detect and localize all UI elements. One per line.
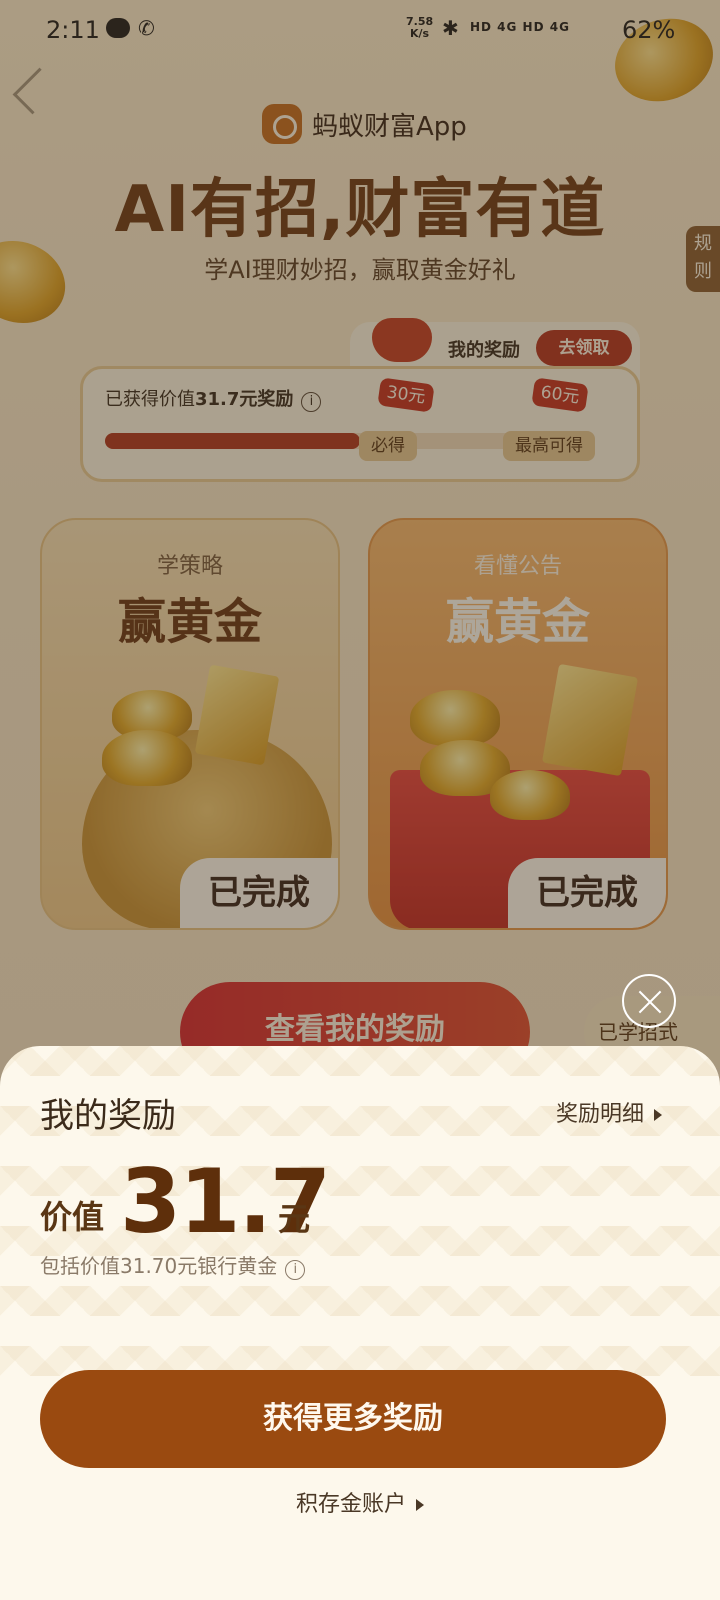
network-speed-unit: K/s <box>410 27 430 40</box>
value-prefix: 价值 <box>40 1198 105 1236</box>
status-time: 2:11 <box>46 16 100 44</box>
reward-details-label: 奖励明细 <box>556 1102 645 1127</box>
includes-label: 包括价值31.70元银行黄金 <box>40 1254 278 1278</box>
close-icon[interactable] <box>622 974 676 1028</box>
value-unit: 元 <box>278 1200 311 1238</box>
call-icon: ✆ <box>138 16 155 40</box>
gold-account-label: 积存金账户 <box>295 1492 406 1517</box>
gold-account-link[interactable]: 积存金账户 <box>0 1486 720 1518</box>
status-bar: 2:11 ✆ 7.58 K/s ✱ HD 4G HD 4G 62% <box>0 0 720 60</box>
reward-details-link[interactable]: 奖励明细 <box>556 1096 663 1128</box>
info-icon[interactable]: i <box>285 1260 306 1280</box>
sheet-title: 我的奖励 <box>40 1096 176 1136</box>
includes-text: 包括价值31.70元银行黄金 i <box>40 1250 306 1280</box>
chevron-right-icon <box>654 1109 663 1121</box>
my-rewards-sheet: 我的奖励 奖励明细 价值 31.7 元 包括价值31.70元银行黄金 i 获得更多… <box>0 1046 720 1600</box>
signal-indicators: HD 4G HD 4G <box>470 20 570 34</box>
message-icon <box>106 18 130 38</box>
get-more-rewards-button[interactable]: 获得更多奖励 <box>40 1370 666 1468</box>
network-speed: 7.58 K/s <box>406 16 433 40</box>
chevron-right-icon <box>416 1499 424 1511</box>
bluetooth-icon: ✱ <box>442 16 459 40</box>
battery-level: 62% <box>622 16 676 44</box>
